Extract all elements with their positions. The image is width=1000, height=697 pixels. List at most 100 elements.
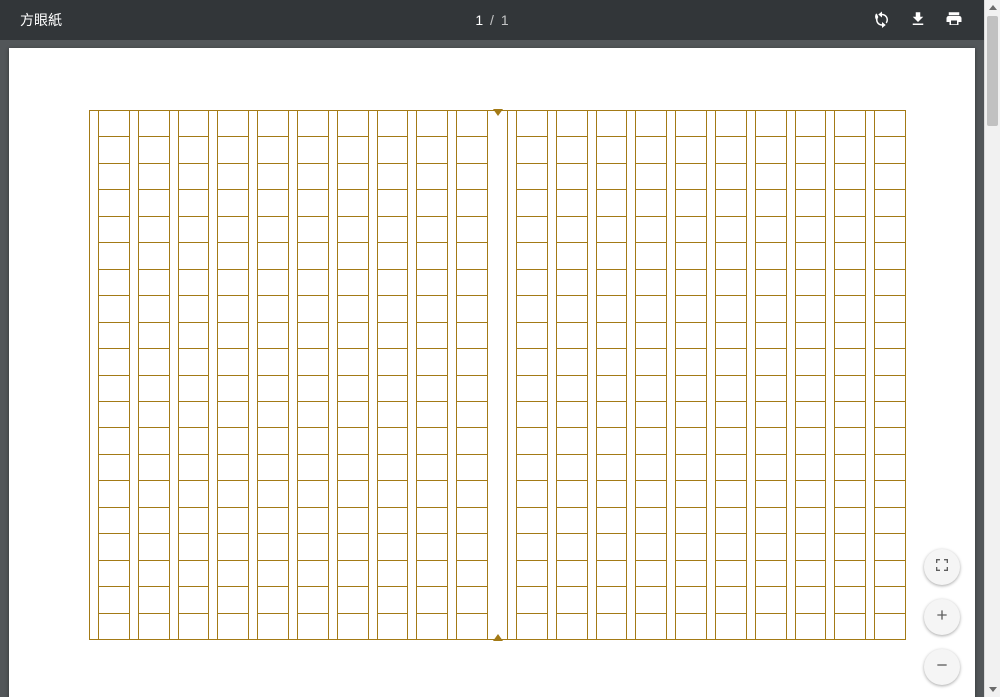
grid-cell-column [795, 111, 826, 639]
print-button[interactable] [936, 0, 972, 40]
grid-column [129, 111, 169, 639]
scrollbar-thumb[interactable] [987, 16, 998, 126]
grid-cell [298, 533, 328, 559]
grid-column [328, 111, 368, 639]
window-scrollbar[interactable] [984, 0, 1000, 697]
grid-cell [756, 586, 786, 612]
grid-cell [557, 613, 587, 639]
grid-cell [378, 560, 408, 586]
grid-cell [597, 269, 627, 295]
grid-cell [338, 427, 368, 453]
grid-cell-column [596, 111, 627, 639]
grid-cell [258, 613, 288, 639]
grid-cell-column [755, 111, 786, 639]
grid-gutter [747, 111, 755, 639]
grid-spine [487, 111, 508, 639]
grid-cell [756, 216, 786, 242]
grid-cell [636, 322, 666, 348]
manuscript-grid [89, 110, 906, 640]
grid-cell [298, 136, 328, 162]
grid-cell [179, 480, 209, 506]
grid-cell [218, 269, 248, 295]
grid-cell [298, 454, 328, 480]
download-button[interactable] [900, 0, 936, 40]
grid-cell [338, 163, 368, 189]
grid-cell [417, 613, 447, 639]
grid-cell [517, 111, 547, 136]
grid-cell [338, 111, 368, 136]
grid-cell [338, 480, 368, 506]
grid-cell [796, 586, 826, 612]
grid-cell [517, 560, 547, 586]
grid-gutter [369, 111, 377, 639]
grid-cell [338, 322, 368, 348]
grid-cell [139, 507, 169, 533]
grid-cell [338, 586, 368, 612]
grid-cell [179, 533, 209, 559]
grid-cell [835, 560, 865, 586]
grid-cell [218, 216, 248, 242]
grid-cell [338, 269, 368, 295]
grid-cell [597, 136, 627, 162]
scrollbar-up-arrow[interactable] [985, 0, 1000, 16]
grid-cell [417, 586, 447, 612]
grid-cell [875, 507, 905, 533]
grid-cell [457, 111, 487, 136]
grid-cell [835, 427, 865, 453]
grid-cell [99, 189, 129, 215]
grid-cell [457, 454, 487, 480]
grid-cell [557, 295, 587, 321]
grid-cell [218, 401, 248, 427]
grid-cell [417, 454, 447, 480]
grid-cell [457, 322, 487, 348]
zoom-out-button[interactable] [924, 649, 960, 685]
grid-cell [457, 163, 487, 189]
grid-cell [99, 242, 129, 268]
grid-cell [597, 507, 627, 533]
grid-cell [258, 189, 288, 215]
grid-gutter [448, 111, 456, 639]
fit-page-button[interactable] [924, 549, 960, 585]
grid-cell [179, 242, 209, 268]
grid-cell [139, 375, 169, 401]
grid-column [208, 111, 248, 639]
grid-cell [99, 533, 129, 559]
scrollbar-down-arrow[interactable] [985, 681, 1000, 697]
grid-cell [338, 454, 368, 480]
grid-cell [875, 586, 905, 612]
grid-cell [597, 401, 627, 427]
grid-cell [258, 454, 288, 480]
grid-cell [756, 136, 786, 162]
grid-cell [676, 216, 706, 242]
grid-cell [636, 507, 666, 533]
zoom-in-button[interactable] [924, 599, 960, 635]
grid-cell [676, 163, 706, 189]
rotate-button[interactable] [864, 0, 900, 40]
grid-cell [417, 401, 447, 427]
grid-cell [636, 295, 666, 321]
grid-cell [636, 533, 666, 559]
document-area[interactable] [0, 40, 984, 697]
grid-cell [378, 111, 408, 136]
grid-cell [298, 401, 328, 427]
scrollbar-track[interactable] [985, 16, 1000, 681]
grid-cell [676, 136, 706, 162]
grid-cell [258, 507, 288, 533]
grid-cell [139, 480, 169, 506]
grid-cell [756, 454, 786, 480]
grid-cell [338, 242, 368, 268]
grid-cell [298, 480, 328, 506]
grid-cell [218, 586, 248, 612]
grid-cell [378, 454, 408, 480]
grid-cell [676, 586, 706, 612]
grid-cell [517, 189, 547, 215]
grid-cell [557, 189, 587, 215]
grid-cell [756, 242, 786, 268]
grid-cell [875, 533, 905, 559]
grid-cell [298, 427, 328, 453]
grid-cell [597, 322, 627, 348]
grid-cell-column [635, 111, 666, 639]
grid-cell-column [337, 111, 368, 639]
grid-cell [716, 533, 746, 559]
grid-column [666, 111, 706, 639]
